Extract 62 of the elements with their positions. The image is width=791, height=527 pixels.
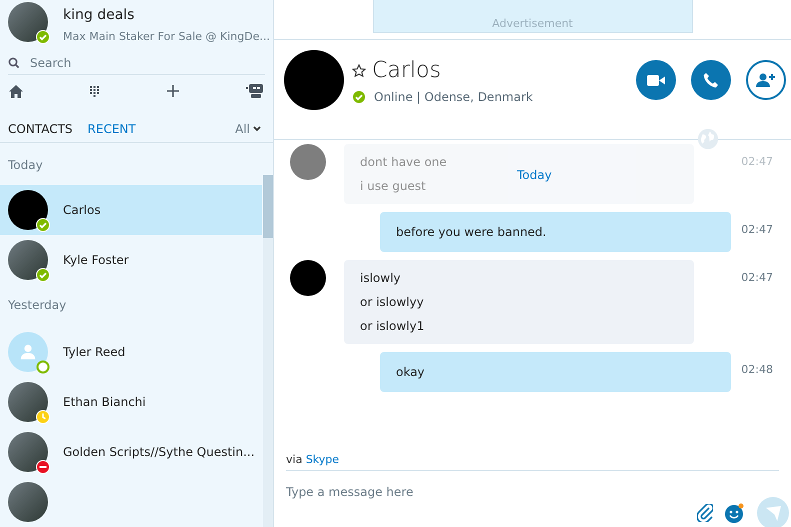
globe-icon <box>697 128 719 150</box>
search-icon <box>8 56 20 69</box>
plus-icon[interactable] <box>166 85 179 98</box>
mood-message: Max Main Staker For Sale @ KingDe... <box>63 29 270 45</box>
filter-dropdown[interactable]: All <box>235 120 261 138</box>
date-separator: Today <box>516 167 553 184</box>
contact-name: Ethan Bianchi <box>63 394 146 411</box>
photo-placeholder <box>8 382 48 422</box>
message-text: before you were banned. <box>396 224 546 241</box>
contact-name: Golden Scripts//Sythe Questin... <box>63 444 255 461</box>
message-time: 02:47 <box>741 222 773 238</box>
group-header: Yesterday <box>7 297 68 314</box>
profile-name: king deals <box>63 6 136 24</box>
contact-row[interactable]: Carlos <box>0 185 262 235</box>
ad-label: Advertisement <box>492 16 573 32</box>
message-text: i use guest <box>360 178 426 195</box>
photo-placeholder <box>8 240 48 280</box>
message-time: 02:47 <box>741 154 773 170</box>
list-tab[interactable]: CONTACTS <box>8 120 73 138</box>
group-header: Today <box>7 157 44 174</box>
skype-link[interactable]: Skype <box>306 453 340 466</box>
audio-call-button[interactable] <box>691 60 731 100</box>
photo-placeholder <box>8 2 48 42</box>
phone-icon <box>703 72 719 88</box>
presence-text: Online | Odense, Denmark <box>374 89 533 106</box>
video-call-button[interactable] <box>636 60 676 100</box>
message-text: islowly <box>360 270 401 287</box>
message-input[interactable]: Type a message here <box>286 483 586 501</box>
contact-name: Tyler Reed <box>63 344 126 361</box>
search-field[interactable]: Search <box>30 54 230 72</box>
message-text: dont have one <box>360 154 447 171</box>
photo-placeholder <box>8 432 48 472</box>
contact-row[interactable]: Ethan Bianchi <box>0 377 262 427</box>
message-time: 02:47 <box>741 270 773 286</box>
dialpad-icon[interactable] <box>90 86 100 97</box>
add-contact-button[interactable] <box>746 60 786 100</box>
message-time: 02:48 <box>741 362 773 378</box>
emoticon-icon[interactable] <box>725 503 745 523</box>
contact-name: Carlos <box>63 202 101 219</box>
message-text: okay <box>396 364 425 381</box>
home-icon[interactable] <box>9 84 23 98</box>
photo-placeholder <box>8 482 48 522</box>
caret-icon <box>253 126 261 132</box>
bot-icon[interactable] <box>246 84 264 98</box>
scrollbar-thumb[interactable] <box>263 175 273 238</box>
message-text: or islowlyy <box>360 294 424 311</box>
send-icon <box>766 506 780 520</box>
contact-row[interactable]: Golden Scripts//Sythe Questin... <box>0 427 262 477</box>
message-text: or islowly1 <box>360 318 424 335</box>
video-camera-icon <box>647 74 665 86</box>
paperclip-icon[interactable] <box>697 504 713 522</box>
star-icon[interactable] <box>352 64 366 78</box>
contact-row[interactable]: Tyler Reed <box>0 327 262 377</box>
contact-title: Carlos <box>372 58 441 84</box>
contact-row[interactable]: Kyle Foster <box>0 235 262 285</box>
sender-avatar <box>290 260 326 296</box>
add-person-icon <box>756 73 776 87</box>
sender-avatar <box>290 144 326 180</box>
default-avatar <box>8 332 48 372</box>
via-label: via Skype <box>286 452 340 468</box>
list-tab[interactable]: RECENT <box>88 120 136 138</box>
contact-name: Kyle Foster <box>63 252 129 269</box>
